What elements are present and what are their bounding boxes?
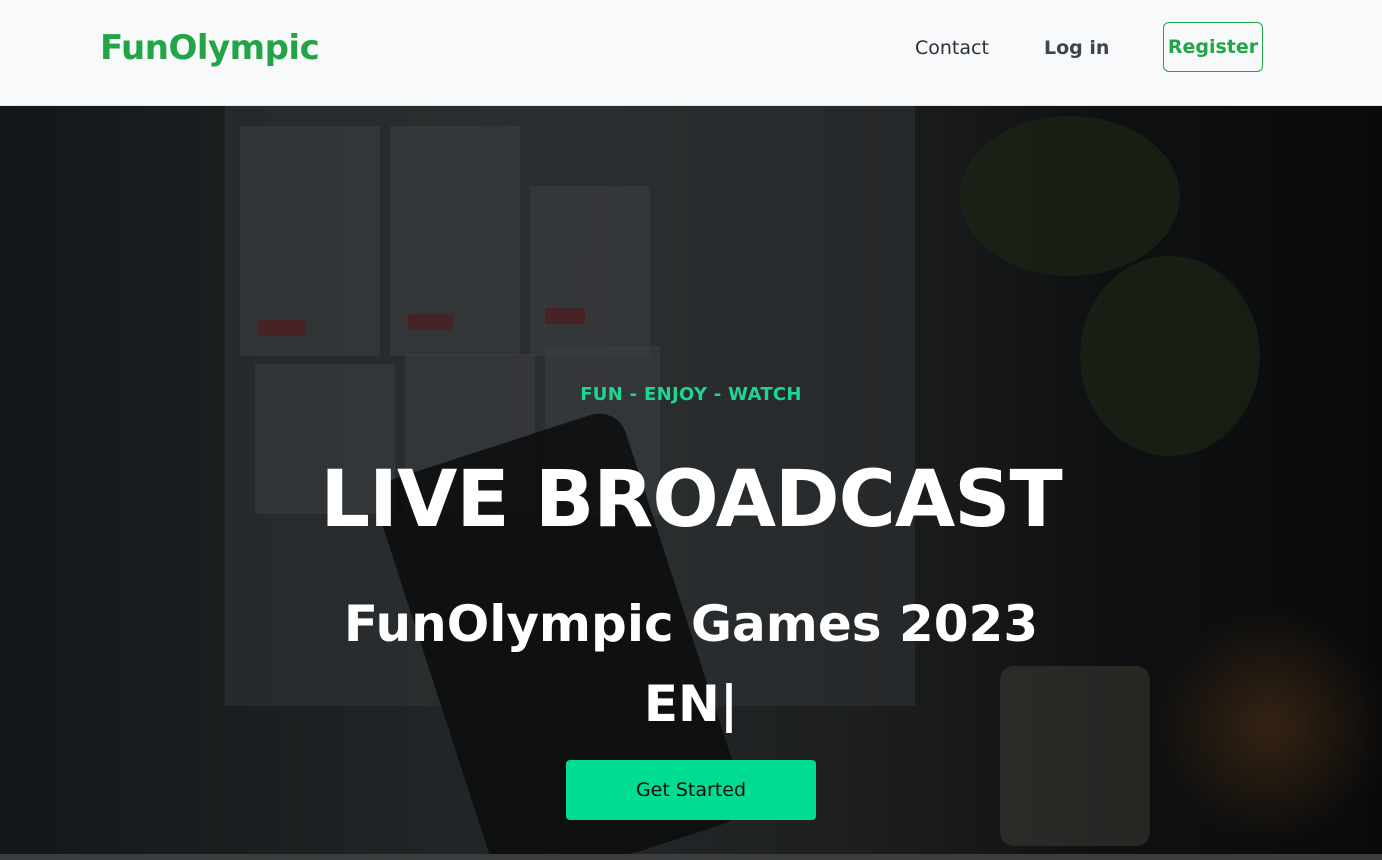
nav-login-link[interactable]: Log in	[1044, 36, 1109, 60]
get-started-button[interactable]: Get Started	[566, 760, 816, 820]
nav-contact-link[interactable]: Contact	[915, 36, 989, 60]
register-button[interactable]: Register	[1163, 22, 1263, 72]
hero-section: FUN - ENJOY - WATCH LIVE BROADCAST FunOl…	[0, 106, 1382, 854]
typed-text: EN|	[643, 675, 739, 733]
hero-subheadline: FunOlympic Games 2023	[343, 595, 1039, 653]
hero-headline: LIVE BROADCAST	[320, 455, 1062, 545]
navbar: FunOlympic Contact Log in Register	[0, 0, 1382, 106]
bottom-scrollbar[interactable]	[0, 854, 1382, 860]
hero-tagline: FUN - ENJOY - WATCH	[580, 384, 802, 405]
brand-logo[interactable]: FunOlympic	[100, 26, 320, 70]
